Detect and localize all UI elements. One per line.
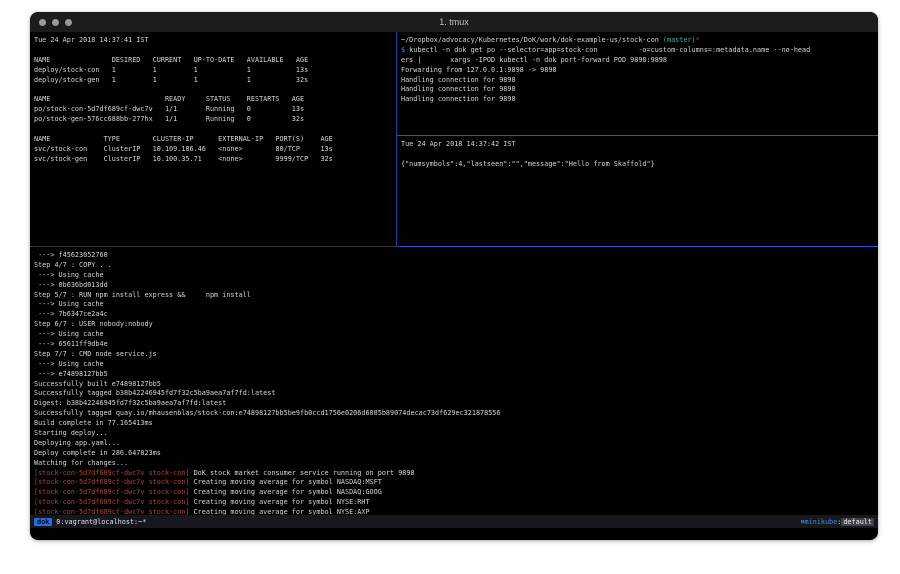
terminal-line: po/stock-gen-576cc688bb-277hx 1/1 Runnin…	[34, 115, 396, 125]
terminal-line: Deploy complete in 286.647823ms	[34, 449, 878, 459]
terminal-line: po/stock-con-5d7df689cf-dwc7v 1/1 Runnin…	[34, 105, 396, 115]
terminal-line: Step 6/7 : USER nobody:nobody	[34, 320, 878, 330]
terminal-line: ~/Dropbox/advocacy/Kubernetes/DoK/work/d…	[401, 36, 878, 46]
terminal-line	[401, 150, 878, 160]
terminal-line: svc/stock-gen ClusterIP 10.100.35.71 <no…	[34, 155, 396, 165]
terminal-line: Step 5/7 : RUN npm install express && np…	[34, 291, 878, 301]
terminal-line: ---> Using cache	[34, 360, 878, 370]
terminal-line: Digest: b38b42246945fd7f32c5ba9aea7af7fd…	[34, 399, 878, 409]
terminal-line: {"numsymbols":4,"lastseen":"","message":…	[401, 160, 878, 170]
terminal-window: 1. tmux Tue 24 Apr 2018 14:37:41 IST NAME…	[30, 12, 878, 540]
tmux-session: Tue 24 Apr 2018 14:37:41 IST NAME DESIRED…	[30, 32, 878, 540]
kube-context-name: minikube	[805, 518, 838, 526]
terminal-line: Starting deploy...	[34, 429, 878, 439]
terminal-line: deploy/stock-con 1 1 1 1 13s	[34, 66, 396, 76]
terminal-line: ---> 0b636bd013dd	[34, 281, 878, 291]
kube-context-indicator: ☸ minikube : default	[800, 518, 874, 526]
terminal-line: Watching for changes...	[34, 459, 878, 469]
terminal-line: $ kubectl -n dok get po --selector=app=s…	[401, 46, 878, 56]
terminal-line: NAME READY STATUS RESTARTS AGE	[34, 95, 396, 105]
terminal-line: ---> 65611ff9db4e	[34, 340, 878, 350]
terminal-line: [stock-con-5d7df689cf-dwc7v stock-con] C…	[34, 508, 878, 515]
terminal-line: Step 7/7 : CMD node service.js	[34, 350, 878, 360]
terminal-line: Build complete in 77.165413ms	[34, 419, 878, 429]
window-title: 1. tmux	[30, 17, 878, 27]
terminal-line	[34, 85, 396, 95]
terminal-line: Tue 24 Apr 2018 14:37:42 IST	[401, 140, 878, 150]
terminal-line	[34, 125, 396, 135]
terminal-line: ---> 7b6347ce2a4c	[34, 310, 878, 320]
tmux-session-name[interactable]: dok	[34, 518, 52, 526]
terminal-line: ---> Using cache	[34, 330, 878, 340]
terminal-line: [stock-con-5d7df689cf-dwc7v stock-con] C…	[34, 478, 878, 488]
window-footer	[30, 528, 878, 540]
terminal-line: ers | xargs -IPOD kubectl -n dok port-fo…	[401, 56, 878, 66]
terminal-line: Successfully tagged b38b42246945fd7f32c5…	[34, 389, 878, 399]
terminal-line: Tue 24 Apr 2018 14:37:41 IST	[34, 36, 396, 46]
pane-port-forward[interactable]: ~/Dropbox/advocacy/Kubernetes/DoK/work/d…	[397, 32, 878, 136]
pane-skaffold-build-log[interactable]: ---> f45623052760Step 4/7 : COPY . . ---…	[30, 247, 878, 515]
pane-service-response[interactable]: Tue 24 Apr 2018 14:37:42 IST {"numsymbols…	[397, 136, 878, 246]
terminal-line	[34, 46, 396, 56]
terminal-line: Deploying app.yaml...	[34, 439, 878, 449]
terminal-line: ---> e74898127bb5	[34, 370, 878, 380]
terminal-line: NAME TYPE CLUSTER-IP EXTERNAL-IP PORT(S)…	[34, 135, 396, 145]
terminal-line: Handling connection for 9898	[401, 76, 878, 86]
terminal-line: ---> f45623052760	[34, 251, 878, 261]
tmux-status-bar: dok 0:vagrant@localhost:~* ☸ minikube : …	[30, 515, 878, 528]
terminal-line: Successfully built e74898127bb5	[34, 380, 878, 390]
terminal-line: Forwarding from 127.0.0.1:9898 -> 9898	[401, 66, 878, 76]
pane-kubectl-watch[interactable]: Tue 24 Apr 2018 14:37:41 IST NAME DESIRED…	[30, 32, 397, 246]
tmux-right-column: ~/Dropbox/advocacy/Kubernetes/DoK/work/d…	[397, 32, 878, 246]
terminal-line: ---> Using cache	[34, 300, 878, 310]
terminal-line: Handling connection for 9898	[401, 95, 878, 105]
kube-namespace: default	[841, 518, 874, 526]
terminal-line: [stock-con-5d7df689cf-dwc7v stock-con] D…	[34, 469, 878, 479]
tmux-window-label[interactable]: 0:vagrant@localhost:~*	[56, 518, 146, 526]
terminal-line: Step 4/7 : COPY . .	[34, 261, 878, 271]
terminal-line: Handling connection for 9898	[401, 85, 878, 95]
terminal-line: [stock-con-5d7df689cf-dwc7v stock-con] C…	[34, 488, 878, 498]
terminal-line: svc/stock-con ClusterIP 10.109.186.46 <n…	[34, 145, 396, 155]
terminal-line: [stock-con-5d7df689cf-dwc7v stock-con] C…	[34, 498, 878, 508]
terminal-line: deploy/stock-gen 1 1 1 1 32s	[34, 76, 396, 86]
window-titlebar[interactable]: 1. tmux	[30, 12, 878, 32]
terminal-line: ---> Using cache	[34, 271, 878, 281]
terminal-line: Successfully tagged quay.io/mhausenblas/…	[34, 409, 878, 419]
tmux-top-section: Tue 24 Apr 2018 14:37:41 IST NAME DESIRED…	[30, 32, 878, 246]
terminal-line: NAME DESIRED CURRENT UP-TO-DATE AVAILABL…	[34, 56, 396, 66]
